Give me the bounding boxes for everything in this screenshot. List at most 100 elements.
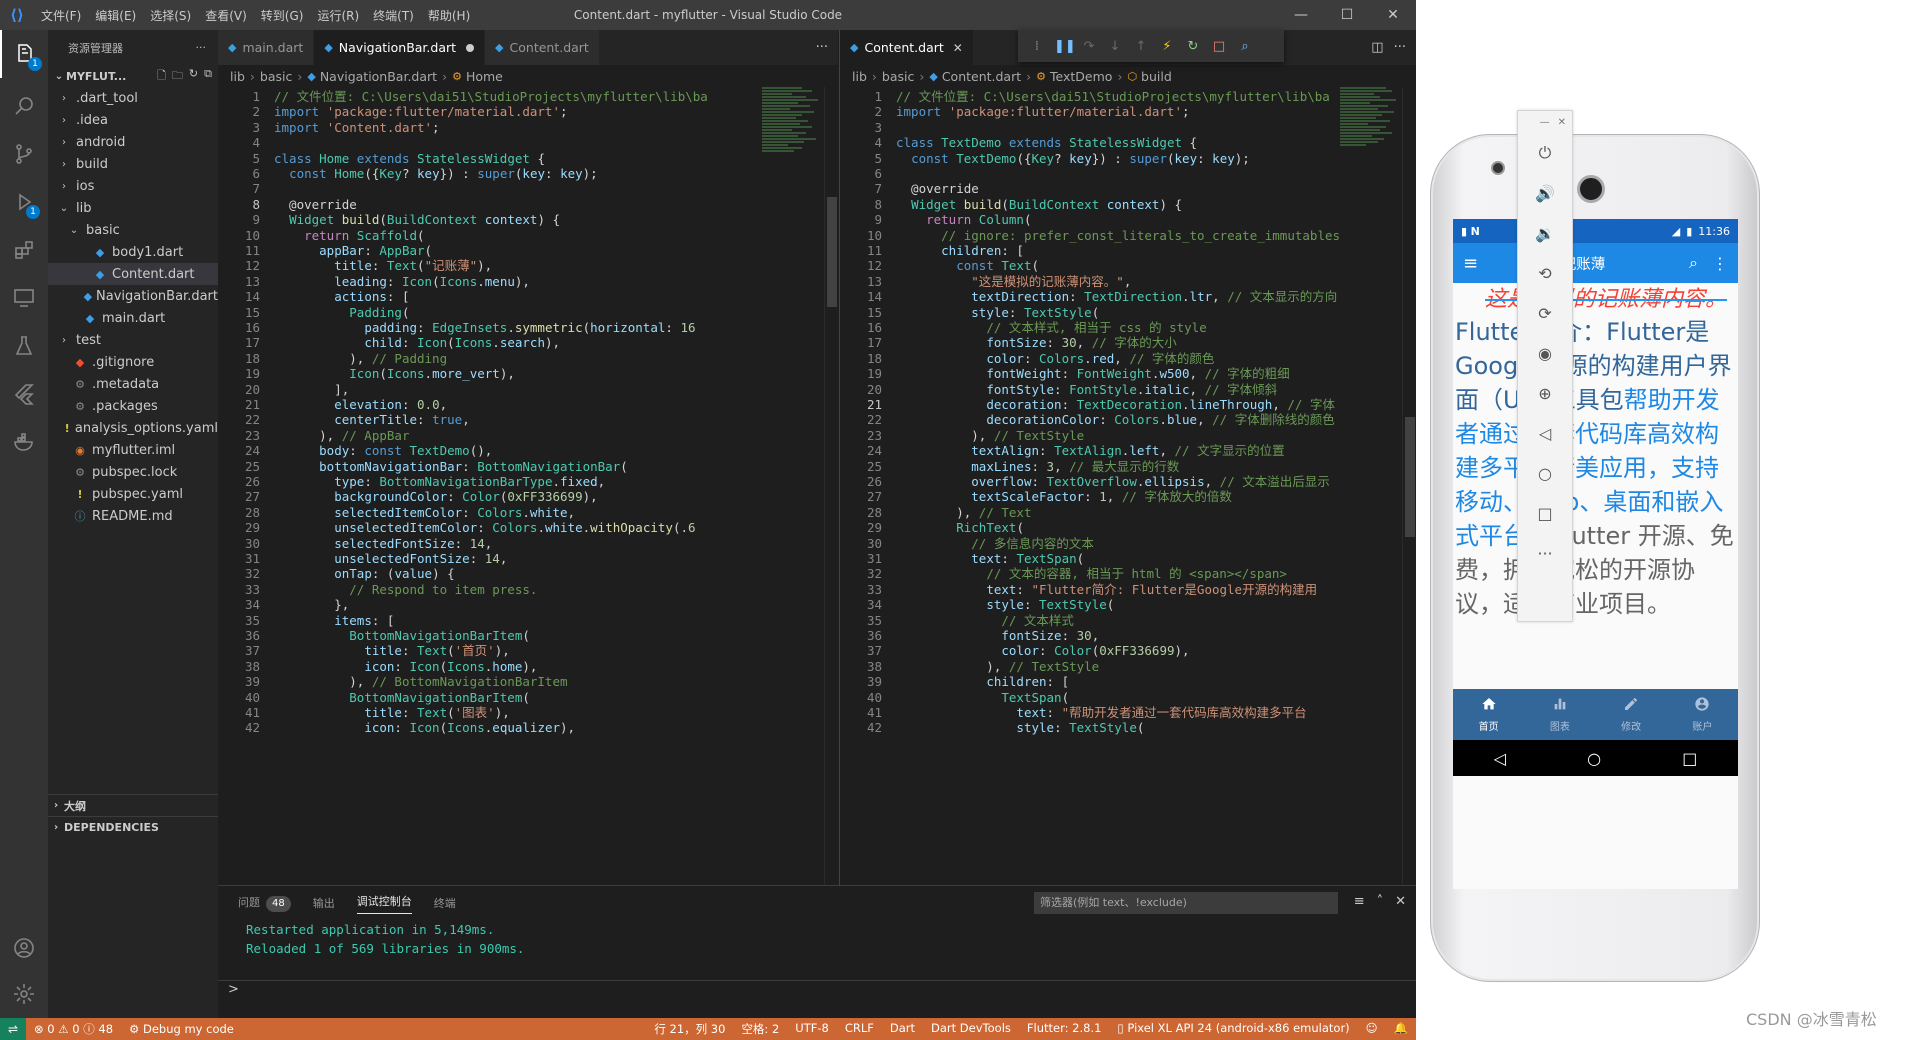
tree-item[interactable]: ⓘ README.md xyxy=(48,505,218,527)
search-icon[interactable] xyxy=(0,82,48,130)
inspect-widget-icon[interactable]: ⌕ xyxy=(1236,39,1254,54)
extensions-icon[interactable] xyxy=(0,226,48,274)
tree-item[interactable]: ⚙ .metadata xyxy=(48,373,218,395)
tree-item[interactable]: ◉ myflutter.iml xyxy=(48,439,218,461)
tree-item[interactable]: ◆ main.dart xyxy=(48,307,218,329)
new-file-icon[interactable]: 🗋 xyxy=(157,67,166,86)
menu-item[interactable]: 文件(F) xyxy=(34,7,88,24)
menu-item[interactable]: 转到(G) xyxy=(254,7,311,24)
refresh-icon[interactable]: ↻ xyxy=(189,67,198,86)
eol[interactable]: CRLF xyxy=(837,1021,882,1037)
restart-icon[interactable]: ↻ xyxy=(1184,39,1202,54)
unsaved-dot-icon[interactable] xyxy=(466,43,475,52)
scrollbar-right[interactable] xyxy=(1402,87,1416,885)
tree-item[interactable]: ◆ body1.dart xyxy=(48,241,218,263)
scrollbar-left[interactable] xyxy=(824,87,838,885)
tab-main-dart[interactable]: ◆ main.dart xyxy=(218,30,315,65)
run-debug-icon[interactable]: 1 xyxy=(0,178,48,226)
pause-icon[interactable]: ❚❚ xyxy=(1054,39,1076,54)
tree-item[interactable]: › build xyxy=(48,153,218,175)
tab-content-dart[interactable]: ◆ Content.dart ✕ xyxy=(840,30,974,65)
devtools-button[interactable]: Dart DevTools xyxy=(923,1021,1019,1037)
minimap-left[interactable] xyxy=(762,87,822,177)
maximize-panel-icon[interactable]: ˄ xyxy=(1377,894,1384,909)
menu-item[interactable]: 运行(R) xyxy=(310,7,366,24)
flutter-version[interactable]: Flutter: 2.8.1 xyxy=(1019,1021,1110,1037)
split-editor-icon[interactable]: ◫ xyxy=(1371,40,1383,55)
code-area-right[interactable]: 1// 文件位置: C:\Users\dai51\StudioProjects\… xyxy=(840,87,1416,885)
tab-content-dart[interactable]: ◆ Content.dart xyxy=(485,30,600,65)
breadcrumb-item[interactable]: Content.dart xyxy=(942,69,1021,84)
maximize-icon[interactable]: ☐ xyxy=(1324,0,1370,30)
tree-item[interactable]: ⌄ lib xyxy=(48,197,218,219)
device-selector[interactable]: ▯ Pixel XL API 24 (android-x86 emulator) xyxy=(1109,1021,1357,1037)
breadcrumb-item[interactable]: basic xyxy=(882,69,914,84)
screenshot-camera-icon[interactable]: ◉ xyxy=(1518,333,1572,373)
step-over-icon[interactable]: ↷ xyxy=(1080,39,1098,54)
more-actions-icon[interactable]: ··· xyxy=(1394,40,1406,55)
close-panel-icon[interactable]: ✕ xyxy=(1395,894,1406,909)
breadcrumb-item[interactable]: TextDemo xyxy=(1050,69,1112,84)
step-out-icon[interactable]: ↑ xyxy=(1132,39,1150,54)
testing-icon[interactable] xyxy=(0,322,48,370)
remote-icon[interactable]: ⇌ xyxy=(0,1018,26,1040)
menu-item[interactable]: 编辑(E) xyxy=(88,7,143,24)
panel-tab[interactable]: 输出 xyxy=(313,895,335,911)
language-mode[interactable]: Dart xyxy=(882,1021,923,1037)
volume-up-icon[interactable]: 🔊 xyxy=(1518,173,1572,213)
encoding[interactable]: UTF-8 xyxy=(787,1021,837,1037)
minimap-right[interactable] xyxy=(1340,87,1400,177)
volume-down-icon[interactable]: 🔉 xyxy=(1518,213,1572,253)
tree-item[interactable]: ! pubspec.yaml xyxy=(48,483,218,505)
explorer-icon[interactable]: 1 xyxy=(0,30,48,78)
accounts-icon[interactable] xyxy=(0,924,48,972)
close-icon[interactable]: ✕ xyxy=(1558,117,1566,128)
bottom-nav-item[interactable]: 首页 xyxy=(1453,689,1524,740)
outline-section[interactable]: › 大纲 xyxy=(48,794,218,816)
rotate-left-icon[interactable]: ⟲ xyxy=(1518,253,1572,293)
home-circle-icon[interactable]: ○ xyxy=(1587,749,1601,768)
back-icon[interactable]: ◁ xyxy=(1494,749,1506,768)
hot-reload-icon[interactable]: ⚡ xyxy=(1158,39,1176,54)
tree-item[interactable]: ◆ .gitignore xyxy=(48,351,218,373)
more-actions-icon[interactable]: ··· xyxy=(816,40,828,55)
bottom-nav-item[interactable]: 账户 xyxy=(1667,689,1738,740)
feedback-icon[interactable]: ☺ xyxy=(1358,1021,1386,1037)
search-icon[interactable]: ⌕ xyxy=(1689,253,1698,273)
tree-item[interactable]: › android xyxy=(48,131,218,153)
menu-item[interactable]: 选择(S) xyxy=(143,7,198,24)
cursor-position[interactable]: 行 21，列 30 xyxy=(646,1021,733,1037)
tree-item[interactable]: › .dart_tool xyxy=(48,87,218,109)
tree-item[interactable]: ◆ Content.dart xyxy=(48,263,218,285)
tree-item[interactable]: ⌄ basic xyxy=(48,219,218,241)
code-area-left[interactable]: 1// 文件位置: C:\Users\dai51\StudioProjects\… xyxy=(218,87,838,885)
overview-icon[interactable]: □ xyxy=(1518,493,1572,533)
menu-item[interactable]: 帮助(H) xyxy=(421,7,477,24)
source-control-icon[interactable] xyxy=(0,130,48,178)
collapse-all-icon[interactable]: ⧉ xyxy=(204,67,212,86)
dependencies-section[interactable]: › DEPENDENCIES xyxy=(48,816,218,838)
breadcrumb-item[interactable]: build xyxy=(1141,69,1172,84)
menu-icon[interactable]: ≡ xyxy=(1463,253,1478,274)
bottom-nav-item[interactable]: 修改 xyxy=(1596,689,1667,740)
project-root[interactable]: ⌄ MYFLUT... 🗋 🗀 ↻ ⧉ xyxy=(48,65,218,87)
indentation[interactable]: 空格: 2 xyxy=(733,1021,787,1037)
back-icon[interactable]: ◁ xyxy=(1518,413,1572,453)
tree-item[interactable]: › ios xyxy=(48,175,218,197)
remote-explorer-icon[interactable] xyxy=(0,274,48,322)
step-into-icon[interactable]: ↓ xyxy=(1106,39,1124,54)
breadcrumb-item[interactable]: NavigationBar.dart xyxy=(320,69,437,84)
bottom-nav-item[interactable]: 图表 xyxy=(1524,689,1595,740)
menu-item[interactable]: 查看(V) xyxy=(198,7,254,24)
power-icon[interactable]: ⏻ xyxy=(1518,133,1572,173)
close-tab-icon[interactable]: ✕ xyxy=(953,41,963,55)
tree-item[interactable]: ◆ NavigationBar.dart xyxy=(48,285,218,307)
manage-gear-icon[interactable] xyxy=(0,970,48,1018)
menu-item[interactable]: 终端(T) xyxy=(366,7,421,24)
panel-tab[interactable]: 问题 48 xyxy=(238,894,291,912)
flutter-icon[interactable] xyxy=(0,370,48,418)
drag-handle-icon[interactable]: ⁞ xyxy=(1028,39,1046,54)
home-circle-icon[interactable]: ○ xyxy=(1518,453,1572,493)
more-actions-icon[interactable]: ··· xyxy=(196,41,207,54)
tree-item[interactable]: ⚙ .packages xyxy=(48,395,218,417)
